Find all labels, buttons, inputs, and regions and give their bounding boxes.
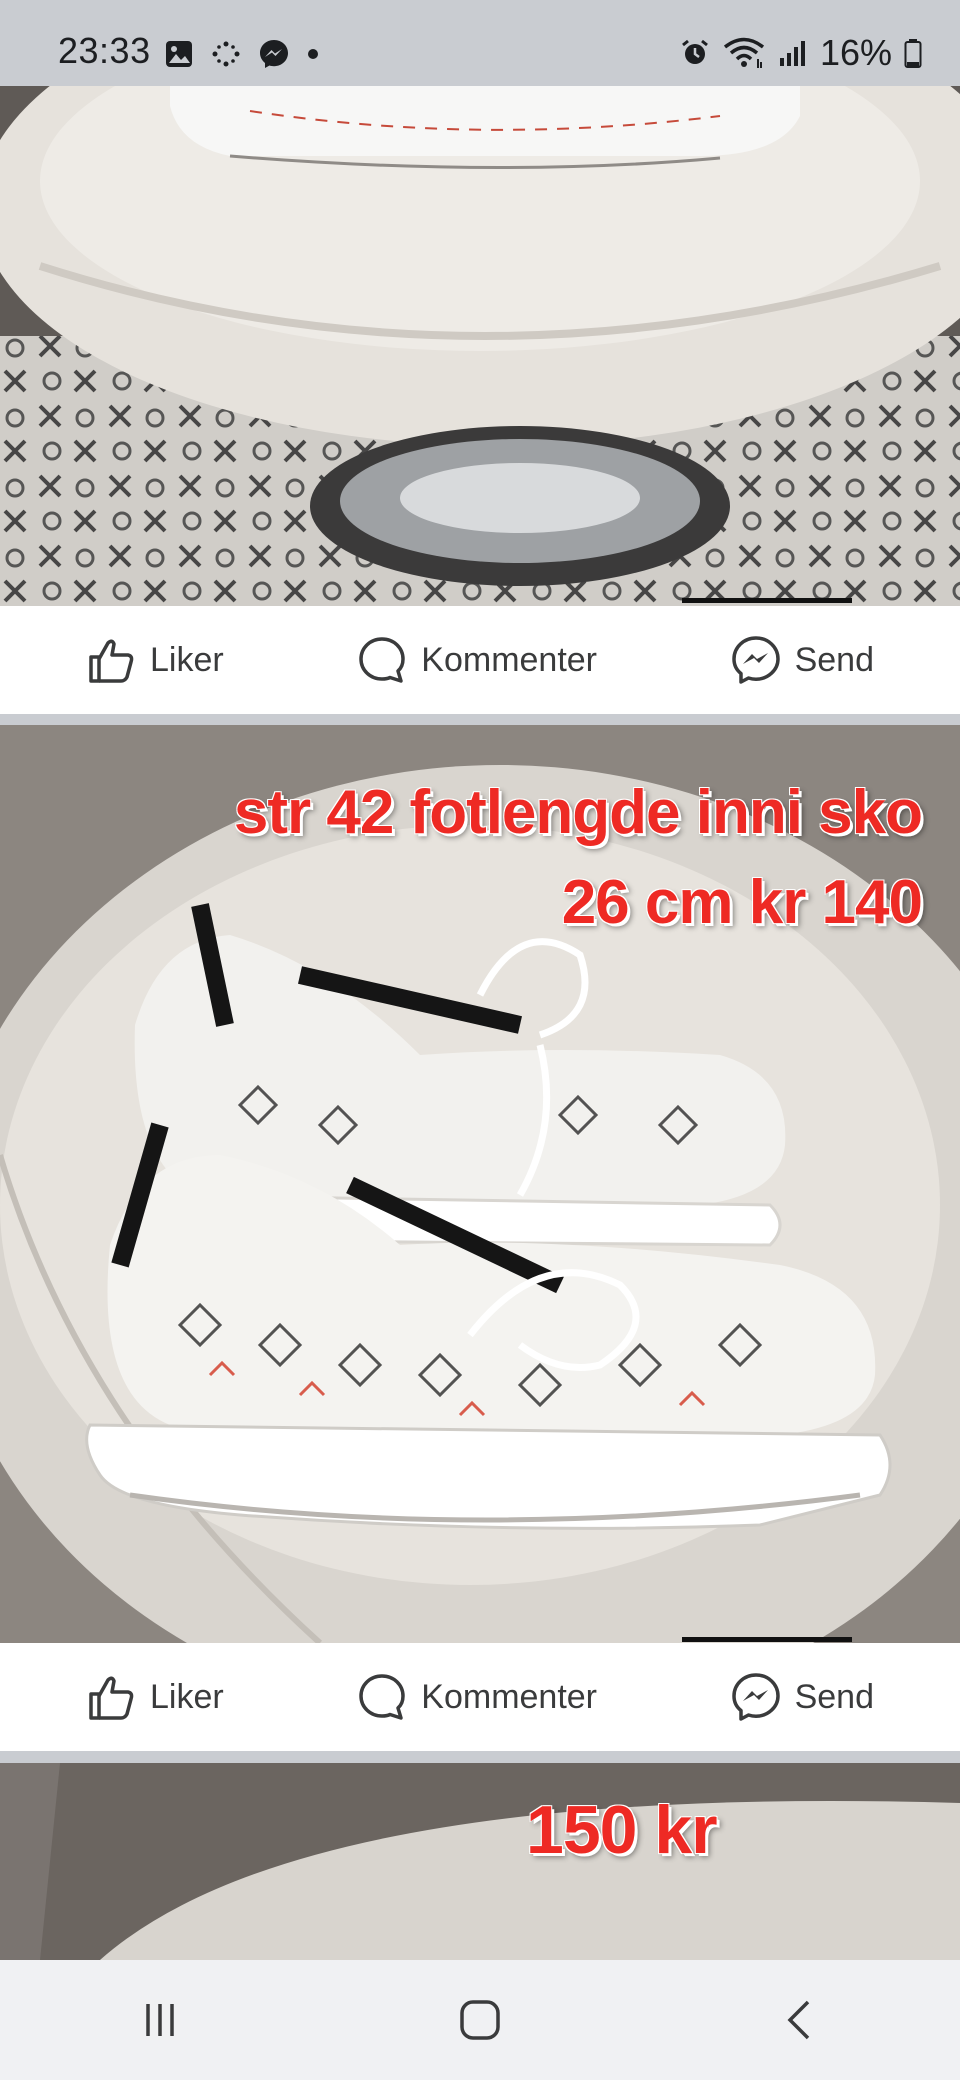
send-label: Send <box>794 1677 874 1716</box>
battery-percent: 16% <box>819 32 892 73</box>
send-label: Send <box>794 640 874 679</box>
comment-icon <box>359 1674 406 1720</box>
post-photo-2[interactable]: str 42 fotlengde inni sko 26 cm kr 140 <box>0 725 960 1643</box>
post-photo-1[interactable] <box>0 86 960 606</box>
comment-button[interactable]: Kommenter <box>357 635 597 685</box>
like-button[interactable]: Liker <box>86 1672 224 1722</box>
like-label: Liker <box>150 640 224 679</box>
messenger-send-icon <box>731 636 780 684</box>
alarm-icon <box>682 39 708 64</box>
messenger-send-icon <box>731 1673 780 1721</box>
wifi-icon <box>723 37 765 68</box>
comment-icon <box>359 637 406 683</box>
sneakers-photo <box>0 725 960 1643</box>
home-icon <box>460 2000 500 2040</box>
messenger-icon <box>260 40 288 68</box>
recent-apps-button[interactable] <box>100 1980 220 2060</box>
post-caption-line-2: 26 cm kr 140 <box>561 868 923 937</box>
status-time: 23:33 <box>58 30 151 71</box>
battery-icon <box>904 39 922 68</box>
post-actions-2: Liker Kommenter Send <box>0 1643 960 1751</box>
comment-button[interactable]: Kommenter <box>357 1672 597 1722</box>
comment-label: Kommenter <box>421 1677 598 1716</box>
post-price-text: 150 kr <box>526 1792 718 1868</box>
thumbs-up-icon <box>89 1676 134 1720</box>
status-icons-left <box>164 38 320 70</box>
home-button[interactable] <box>420 1980 540 2060</box>
thumbs-up-icon <box>89 639 134 683</box>
sparkle-icon <box>212 41 240 67</box>
partial-photo <box>0 1763 960 1960</box>
system-nav-bar <box>0 1960 960 2080</box>
gallery-icon <box>166 41 192 67</box>
like-button[interactable]: Liker <box>86 635 224 685</box>
post-caption-line-1: str 42 fotlengde inni sko <box>233 778 923 847</box>
post-photo-3[interactable]: 150 kr <box>0 1763 960 1960</box>
signal-icon <box>779 41 805 66</box>
sneaker-stool-photo <box>0 86 960 606</box>
recent-apps-icon <box>146 2004 174 2036</box>
send-button[interactable]: Send <box>731 1672 874 1722</box>
back-icon <box>787 2000 810 2040</box>
comment-label: Kommenter <box>421 640 598 679</box>
status-icons-right: 16% <box>680 32 922 74</box>
status-bar: 23:33 16% <box>0 0 960 86</box>
post-actions-1: Liker Kommenter Send <box>0 606 960 714</box>
like-label: Liker <box>150 1677 224 1716</box>
back-button[interactable] <box>740 1980 860 2060</box>
send-button[interactable]: Send <box>731 635 874 685</box>
dot-icon <box>308 49 318 59</box>
